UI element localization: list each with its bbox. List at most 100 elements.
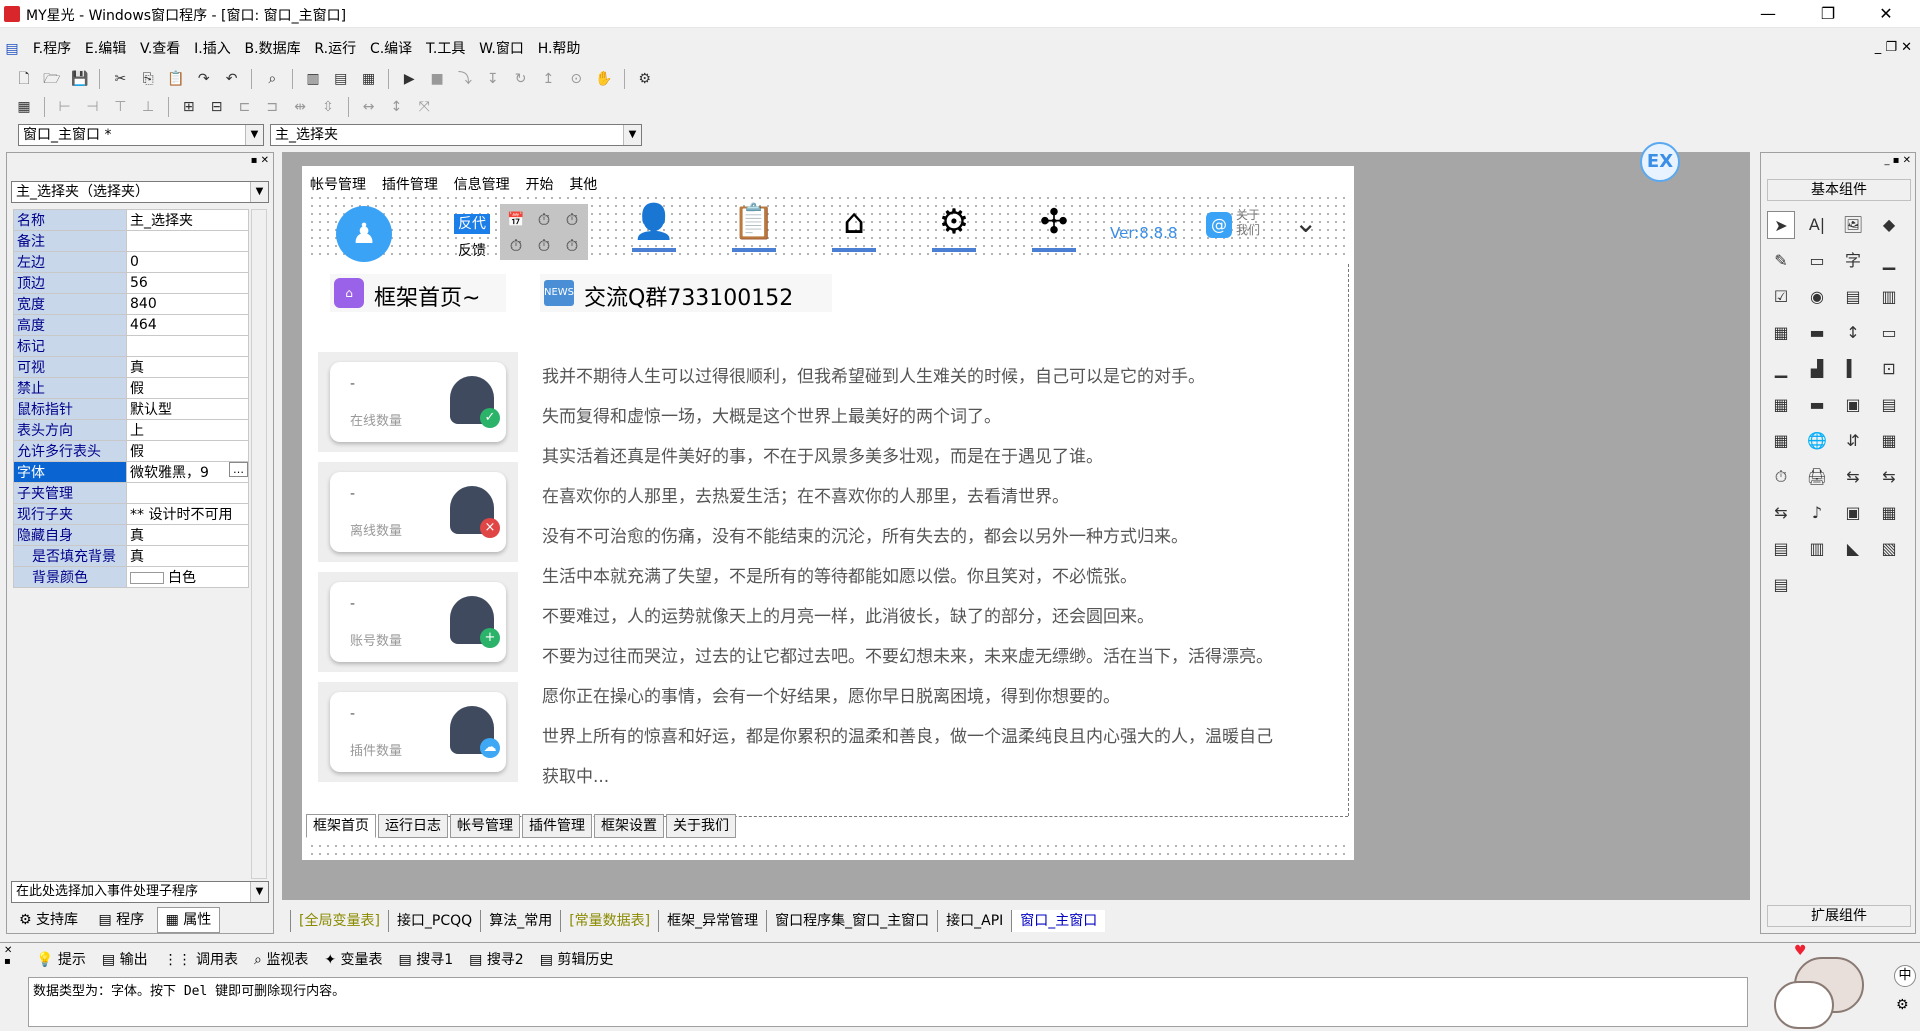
- layout2-icon[interactable]: ▤: [330, 68, 352, 90]
- menu-database[interactable]: B.数据库: [240, 36, 306, 62]
- qq-avatar-icon[interactable]: ♟: [336, 206, 392, 262]
- nav-plugin[interactable]: 插件管理: [382, 174, 438, 194]
- find-icon[interactable]: ⌕: [261, 68, 283, 90]
- home-icon[interactable]: ⌂: [832, 202, 876, 252]
- printer-icon[interactable]: 🖨: [1803, 463, 1831, 491]
- debug-icon[interactable]: ⚙: [634, 68, 656, 90]
- tabs-icon[interactable]: ⊡: [1875, 355, 1903, 383]
- sql-icon[interactable]: ▤: [1767, 535, 1795, 563]
- layout1-icon[interactable]: ▥: [302, 68, 324, 90]
- property-row[interactable]: 高度 464: [13, 314, 249, 336]
- ime-indicator[interactable]: 中: [1894, 965, 1916, 987]
- output-tab[interactable]: ✦ 变量表: [316, 947, 390, 973]
- menu-insert[interactable]: I.插入: [189, 36, 236, 62]
- tab-program[interactable]: ▤ 程序: [90, 908, 152, 932]
- checkbox-icon[interactable]: ☑: [1767, 283, 1795, 311]
- tab-about[interactable]: 关于我们: [666, 814, 736, 838]
- menu-run[interactable]: R.运行: [309, 36, 361, 62]
- socket-server-icon[interactable]: ⇆: [1875, 463, 1903, 491]
- minimize-button[interactable]: —: [1740, 0, 1796, 28]
- tab-log[interactable]: 运行日志: [378, 814, 448, 838]
- property-value[interactable]: 上: [126, 419, 249, 441]
- menu-window[interactable]: W.窗口: [474, 36, 529, 62]
- property-value[interactable]: 白色: [126, 566, 249, 588]
- window-select[interactable]: 窗口_主窗口 * ▼: [18, 124, 264, 146]
- property-row[interactable]: 左边 0: [13, 251, 249, 273]
- menu-view[interactable]: V.查看: [135, 36, 185, 62]
- menu-edit[interactable]: E.编辑: [80, 36, 131, 62]
- run-icon[interactable]: ▶: [398, 68, 420, 90]
- ext-components-header[interactable]: 扩展组件: [1767, 905, 1911, 927]
- property-value[interactable]: ** 设计时不可用: [126, 503, 249, 525]
- code-tab[interactable]: 窗口程序集_窗口_主窗口: [766, 910, 937, 932]
- center-v-icon[interactable]: ⊟: [206, 96, 228, 118]
- property-row[interactable]: 名称 主_选择夹: [13, 209, 249, 231]
- property-row[interactable]: 可视真: [13, 356, 249, 378]
- property-row[interactable]: 现行子夹 ** 设计时不可用: [13, 503, 249, 525]
- picture-icon[interactable]: 🖼: [1839, 211, 1867, 239]
- progress-icon[interactable]: ▭: [1875, 319, 1903, 347]
- property-row[interactable]: 备注: [13, 230, 249, 252]
- tab-plugin[interactable]: 插件管理: [522, 814, 592, 838]
- edit-icon[interactable]: ✎: [1767, 247, 1795, 275]
- shape-icon[interactable]: ◆: [1875, 211, 1903, 239]
- property-row[interactable]: 允许多行表头假: [13, 440, 249, 462]
- pointer-icon[interactable]: ➤: [1767, 211, 1795, 239]
- align-top-icon[interactable]: ⊤: [109, 96, 131, 118]
- toolbar-icon[interactable]: ▟: [1803, 355, 1831, 383]
- nav-account[interactable]: 帐号管理: [310, 174, 366, 194]
- code-tab[interactable]: 接口_API: [937, 910, 1011, 932]
- property-row[interactable]: 宽度 840: [13, 293, 249, 315]
- event-select[interactable]: 在此处选择加入事件处理子程序 ▼: [11, 881, 269, 903]
- label-icon[interactable]: A|: [1803, 211, 1831, 239]
- about-icon[interactable]: @: [1206, 212, 1232, 238]
- size-w-icon[interactable]: ↔: [358, 96, 380, 118]
- space-h-icon[interactable]: ⇹: [289, 96, 311, 118]
- menu-program[interactable]: F.程序: [28, 36, 76, 62]
- code-tab[interactable]: 算法_常用: [480, 910, 560, 932]
- db-icon[interactable]: ▦: [1875, 499, 1903, 527]
- property-row[interactable]: 禁止假: [13, 377, 249, 399]
- feedback-button[interactable]: 反馈: [458, 240, 486, 260]
- output-tab[interactable]: ▤ 搜寻2: [461, 947, 532, 973]
- output-panel-controls[interactable]: ✕ ▪: [4, 945, 12, 967]
- spin-icon[interactable]: ⇵: [1839, 427, 1867, 455]
- radio-icon[interactable]: ◉: [1803, 283, 1831, 311]
- panel-icon[interactable]: ▤: [1875, 391, 1903, 419]
- clipboard-icon[interactable]: 📋: [732, 202, 776, 252]
- property-row[interactable]: 顶边 56: [13, 272, 249, 294]
- property-value[interactable]: 真: [126, 356, 249, 378]
- stop-icon[interactable]: ■: [426, 68, 448, 90]
- nav-other[interactable]: 其他: [569, 174, 597, 194]
- plugin-icon[interactable]: ✣: [1032, 202, 1076, 252]
- step-over-icon[interactable]: ↻: [510, 68, 532, 90]
- area-icon[interactable]: ◣: [1839, 535, 1867, 563]
- serial-icon[interactable]: ⇆: [1767, 499, 1795, 527]
- property-row[interactable]: 背景颜色 白色: [13, 566, 249, 588]
- property-value[interactable]: 56: [126, 272, 249, 294]
- tab-library[interactable]: ⚙ 支持库: [11, 908, 86, 932]
- code-tab[interactable]: 窗口_主窗口: [1011, 910, 1106, 932]
- grid-icon[interactable]: ▦: [1767, 319, 1795, 347]
- copy-icon[interactable]: ⎘: [137, 68, 159, 90]
- save-icon[interactable]: 💾: [69, 68, 91, 90]
- hand-icon[interactable]: ✋: [593, 68, 615, 90]
- restore-button[interactable]: ❐: [1800, 0, 1856, 28]
- basic-components-header[interactable]: 基本组件: [1767, 179, 1911, 201]
- size-h-icon[interactable]: ↕: [385, 96, 407, 118]
- component-select[interactable]: 主_选择夹（选择夹） ▼: [11, 181, 269, 203]
- cut-icon[interactable]: ✂: [109, 68, 131, 90]
- code-tab[interactable]: [全局变量表]: [290, 910, 388, 932]
- property-row[interactable]: 字体 微软雅黑，9…: [13, 461, 249, 483]
- statusbar-icon[interactable]: ▁: [1767, 355, 1795, 383]
- output-tab[interactable]: ⋮⋮ 调用表: [156, 947, 246, 973]
- property-value[interactable]: 假: [126, 377, 249, 399]
- property-row[interactable]: 是否填充背景真: [13, 545, 249, 567]
- datagrid-icon[interactable]: ▦: [1875, 427, 1903, 455]
- new-file-icon[interactable]: 🗋: [13, 68, 35, 90]
- align-bottom-icon[interactable]: ⊥: [137, 96, 159, 118]
- align-left-icon[interactable]: ⊢: [54, 96, 76, 118]
- tab-settings[interactable]: 框架设置: [594, 814, 664, 838]
- control-select[interactable]: 主_选择夹 ▼: [270, 124, 642, 146]
- property-row[interactable]: 子夹管理: [13, 482, 249, 504]
